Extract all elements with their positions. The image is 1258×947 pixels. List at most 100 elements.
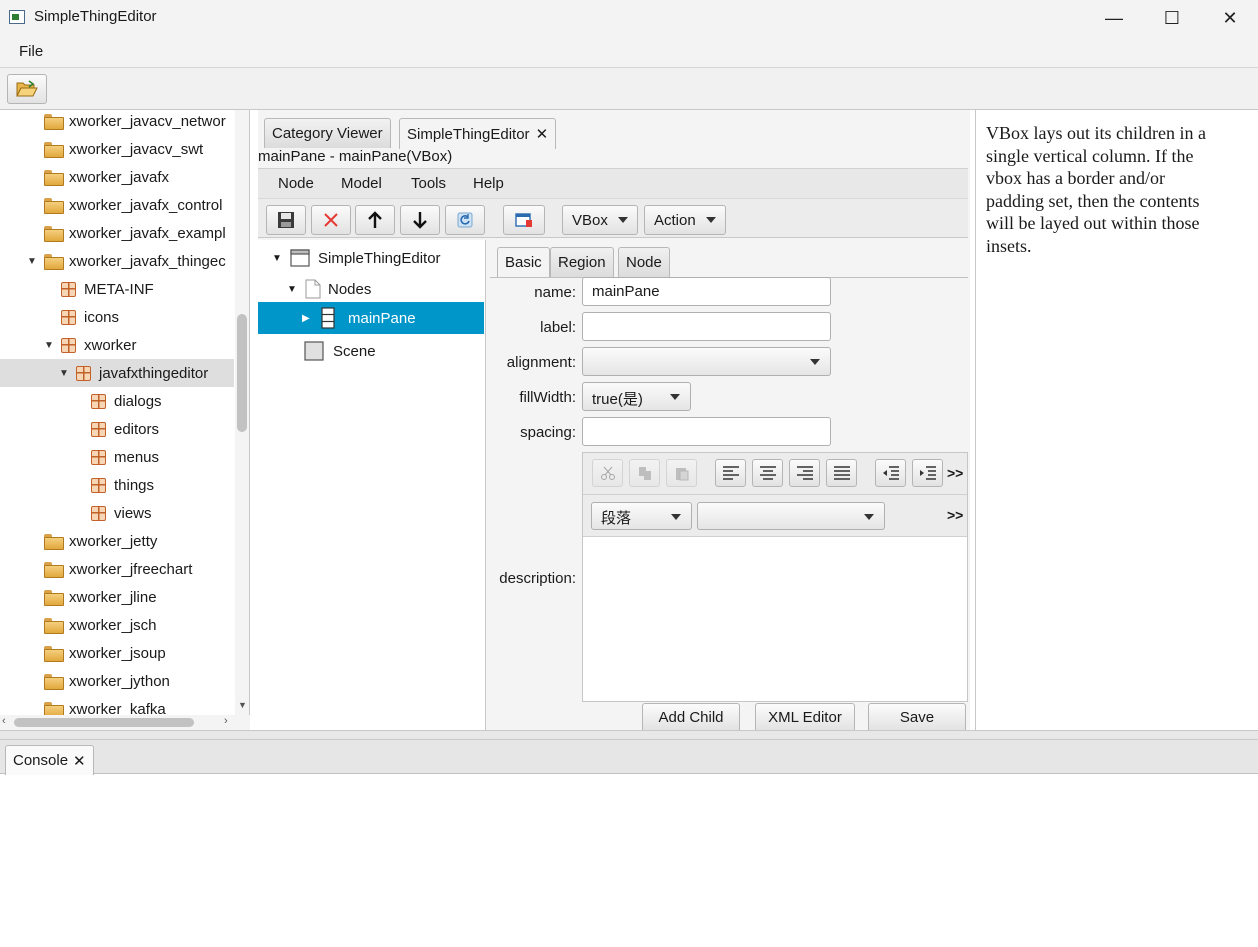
maximize-button[interactable]: ☐ <box>1143 0 1201 36</box>
fillwidth-select[interactable]: true(是) <box>582 382 691 411</box>
tree-item[interactable]: views <box>0 499 234 527</box>
close-button[interactable]: ✕ <box>1201 0 1258 36</box>
package-icon <box>91 393 106 409</box>
align-left-button[interactable] <box>715 459 746 487</box>
vbox-menu-button[interactable]: VBox <box>562 205 638 235</box>
tab-region[interactable]: Region <box>550 247 614 277</box>
refresh-button[interactable] <box>445 205 485 235</box>
tree-item[interactable]: xworker_javafx <box>0 163 234 191</box>
move-down-button[interactable] <box>400 205 440 235</box>
paste-button[interactable] <box>666 459 697 487</box>
name-field[interactable]: mainPane <box>582 277 831 306</box>
menu-tools[interactable]: Tools <box>411 175 446 192</box>
description-html-editor[interactable]: >> 段落 >> <box>582 452 968 702</box>
tree-item[interactable]: things <box>0 471 234 499</box>
save-icon-button[interactable] <box>266 205 306 235</box>
tree-item[interactable]: xworker_javafx_exampl <box>0 219 234 247</box>
tree-item[interactable]: ▼ xworker_javafx_thingec <box>0 247 234 275</box>
tab-category-viewer[interactable]: Category Viewer <box>264 118 391 148</box>
collapsed-arrow-icon[interactable]: ▶ <box>302 313 310 324</box>
node-tree-mainpane[interactable]: ▶ mainPane <box>258 302 484 334</box>
more-tools-icon[interactable]: >> <box>947 507 963 523</box>
menu-bar: File <box>0 36 1258 68</box>
project-tree-hscrollbar[interactable]: ‹ › <box>0 715 250 730</box>
tree-item[interactable]: xworker_javacv_swt <box>0 135 234 163</box>
alignment-select[interactable] <box>582 347 831 376</box>
tree-item[interactable]: icons <box>0 303 234 331</box>
label-field[interactable] <box>582 312 831 341</box>
package-icon <box>76 365 91 381</box>
align-right-button[interactable] <box>789 459 820 487</box>
console-splitter[interactable] <box>0 730 1258 740</box>
tree-item[interactable]: ▼ javafxthingeditor <box>0 359 234 387</box>
menu-help[interactable]: Help <box>473 175 504 192</box>
font-family-select[interactable] <box>697 502 885 530</box>
more-tools-icon[interactable]: >> <box>947 465 963 481</box>
tree-item[interactable]: xworker_javacv_networ <box>0 110 234 135</box>
tab-simplethingeditor[interactable]: SimpleThingEditor ✕ <box>399 118 557 149</box>
expand-arrow-icon[interactable]: ▼ <box>59 368 69 379</box>
add-child-button[interactable]: Add Child <box>642 703 740 732</box>
preview-button[interactable] <box>503 205 545 235</box>
tree-item[interactable]: xworker_jsoup <box>0 639 234 667</box>
tree-item[interactable]: META-INF <box>0 275 234 303</box>
tree-item[interactable]: xworker_jfreechart <box>0 555 234 583</box>
window-preview-icon <box>515 213 532 227</box>
align-center-button[interactable] <box>752 459 783 487</box>
tab-basic[interactable]: Basic <box>497 247 550 277</box>
align-justify-button[interactable] <box>826 459 857 487</box>
console-tab-bar: Console ✕ <box>0 740 1258 775</box>
minimize-button[interactable]: — <box>1085 0 1143 36</box>
action-menu-button[interactable]: Action <box>644 205 726 235</box>
chevron-down-icon <box>810 359 820 365</box>
delete-button[interactable] <box>311 205 351 235</box>
indent-button[interactable] <box>912 459 943 487</box>
doc-line: padding set, then the contents <box>986 190 1200 211</box>
spacing-label: spacing: <box>520 424 576 441</box>
tree-item[interactable]: ▼ xworker <box>0 331 234 359</box>
copy-button[interactable] <box>629 459 660 487</box>
tree-item[interactable]: menus <box>0 443 234 471</box>
tree-item[interactable]: xworker_javafx_control <box>0 191 234 219</box>
menu-node[interactable]: Node <box>278 175 314 192</box>
outdent-button[interactable] <box>875 459 906 487</box>
move-up-button[interactable] <box>355 205 395 235</box>
xml-editor-button[interactable]: XML Editor <box>755 703 855 732</box>
package-icon <box>91 505 106 521</box>
vbox-icon <box>321 307 335 329</box>
save-button[interactable]: Save <box>868 703 966 732</box>
tree-item[interactable]: xworker_jetty <box>0 527 234 555</box>
package-icon <box>91 449 106 465</box>
expand-arrow-icon[interactable]: ▼ <box>272 253 282 264</box>
menu-model[interactable]: Model <box>341 175 382 192</box>
tree-item[interactable]: xworker_jython <box>0 667 234 695</box>
chevron-down-icon <box>617 217 628 223</box>
tree-item[interactable]: xworker_jsch <box>0 611 234 639</box>
spacing-field[interactable] <box>582 417 831 446</box>
node-tree-scene[interactable]: Scene <box>258 335 484 367</box>
cut-button[interactable] <box>592 459 623 487</box>
open-button[interactable] <box>7 74 47 104</box>
expand-arrow-icon[interactable]: ▼ <box>44 340 54 351</box>
expand-arrow-icon[interactable]: ▼ <box>287 284 297 295</box>
align-justify-icon <box>833 466 850 480</box>
paragraph-format-select[interactable]: 段落 <box>591 502 692 530</box>
node-tree-nodes[interactable]: ▼ Nodes <box>258 273 484 305</box>
tab-node[interactable]: Node <box>618 247 670 277</box>
alignment-label: alignment: <box>506 354 576 371</box>
console-output[interactable] <box>0 775 1258 947</box>
node-tree-root[interactable]: ▼ SimpleThingEditor <box>258 242 484 274</box>
menu-file[interactable]: File <box>19 43 43 60</box>
tab-console[interactable]: Console ✕ <box>5 745 94 775</box>
tree-item-label: xworker_jfreechart <box>69 560 193 578</box>
close-tab-icon[interactable]: ✕ <box>73 752 86 770</box>
project-tree-vscrollbar[interactable]: ▼ <box>235 110 249 715</box>
tree-item-label: xworker_javacv_networ <box>69 112 226 130</box>
close-tab-icon[interactable]: ✕ <box>536 125 549 143</box>
folder-icon <box>44 618 64 634</box>
tree-item[interactable]: editors <box>0 415 234 443</box>
document-icon <box>305 279 321 299</box>
tree-item[interactable]: xworker_jline <box>0 583 234 611</box>
tree-item[interactable]: dialogs <box>0 387 234 415</box>
expand-arrow-icon[interactable]: ▼ <box>27 256 37 267</box>
